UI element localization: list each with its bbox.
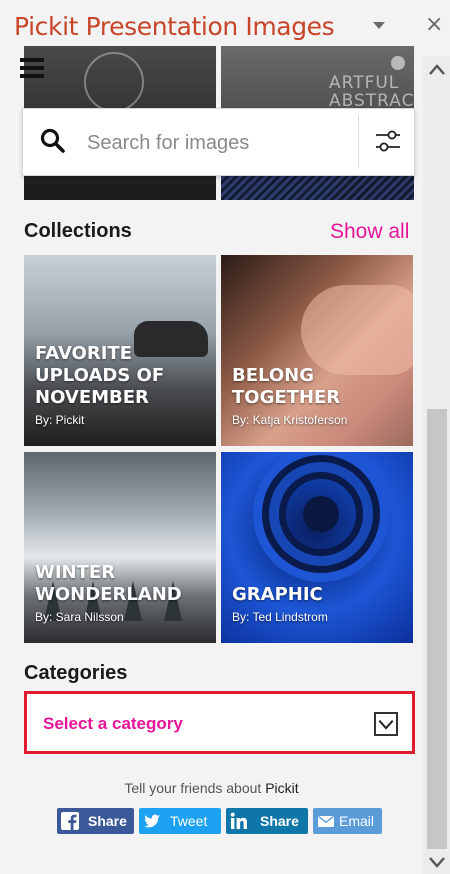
collection-title: WINTER WONDERLAND bbox=[35, 562, 182, 605]
collection-tile[interactable]: FAVORITE UPLOADS OF NOVEMBER By: Pickit bbox=[24, 255, 216, 446]
collection-author: By: Katja Kristoferson bbox=[232, 413, 348, 427]
collection-author: By: Sara Nilsson bbox=[35, 610, 124, 624]
categories-heading: Categories bbox=[24, 662, 128, 684]
close-icon[interactable]: × bbox=[425, 14, 443, 36]
options-dropdown-icon[interactable] bbox=[373, 22, 385, 29]
collection-title: GRAPHIC bbox=[232, 584, 323, 605]
linkedin-share-button[interactable]: Share bbox=[226, 808, 308, 834]
twitter-tweet-label: Tweet bbox=[170, 813, 208, 829]
category-select-value: Select a category bbox=[43, 714, 183, 733]
share-prompt: Tell your friends about Pickit bbox=[124, 780, 299, 796]
collection-title: FAVORITE UPLOADS OF NOVEMBER bbox=[35, 343, 165, 408]
share-brand: Pickit bbox=[265, 780, 299, 796]
window-title: Pickit Presentation Images bbox=[14, 12, 335, 41]
menu-icon[interactable] bbox=[20, 58, 44, 78]
show-all-link[interactable]: Show all bbox=[330, 220, 409, 244]
search-bar bbox=[22, 108, 415, 176]
twitter-icon bbox=[144, 814, 160, 828]
facebook-share-button[interactable]: Share bbox=[57, 808, 134, 834]
search-input[interactable] bbox=[87, 127, 357, 159]
email-share-button[interactable]: Email bbox=[313, 808, 382, 834]
scroll-up-icon[interactable] bbox=[427, 60, 447, 80]
linkedin-icon bbox=[230, 812, 247, 829]
filter-sliders-icon[interactable] bbox=[373, 126, 403, 156]
collection-tile[interactable]: BELONG TOGETHER By: Katja Kristoferson bbox=[221, 255, 413, 446]
email-share-label: Email bbox=[339, 813, 375, 829]
linkedin-share-label: Share bbox=[260, 813, 299, 829]
main-content: ARTFUL ABSTRACTS Collections Show all FA… bbox=[0, 46, 423, 874]
search-divider bbox=[358, 115, 359, 169]
collection-author: By: Ted Lindstrom bbox=[232, 610, 328, 624]
collection-title: BELONG TOGETHER bbox=[232, 365, 341, 408]
category-select[interactable]: Select a category bbox=[24, 691, 415, 754]
lightbulb-graphic bbox=[84, 52, 144, 112]
collection-tile[interactable]: GRAPHIC By: Ted Lindstrom bbox=[221, 452, 413, 643]
featured-tile-text: ARTFUL ABSTRACTS bbox=[329, 73, 414, 111]
vertical-scrollbar[interactable] bbox=[423, 56, 450, 874]
scrollbar-thumb[interactable] bbox=[427, 409, 447, 849]
twitter-tweet-button[interactable]: Tweet bbox=[139, 808, 221, 834]
spiral-core-graphic bbox=[303, 496, 339, 532]
collections-heading: Collections bbox=[24, 220, 132, 242]
plus-badge-icon bbox=[391, 56, 405, 70]
email-icon bbox=[318, 816, 334, 827]
search-icon[interactable] bbox=[39, 127, 67, 155]
chevron-down-icon[interactable] bbox=[374, 712, 398, 736]
hands-graphic bbox=[301, 285, 413, 375]
facebook-share-label: Share bbox=[88, 813, 127, 829]
collection-author: By: Pickit bbox=[35, 413, 85, 427]
facebook-icon bbox=[61, 812, 79, 830]
collection-tile[interactable]: WINTER WONDERLAND By: Sara Nilsson bbox=[24, 452, 216, 643]
scroll-down-icon[interactable] bbox=[427, 852, 447, 872]
